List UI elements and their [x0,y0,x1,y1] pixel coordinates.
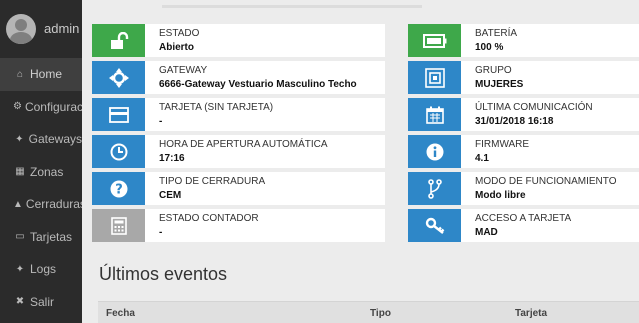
info-icon [408,135,461,168]
card-label: BATERÍA [475,27,518,39]
sidebar-item-label: Zonas [30,164,64,179]
info-card-firmware: FIRMWARE 4.1 [408,135,639,168]
card-value: 100 % [475,41,504,53]
card-value: 6666-Gateway Vestuario Masculino Techo [159,78,357,90]
card-label: TIPO DE CERRADURA [159,175,266,187]
info-card-estado-contador: ESTADO CONTADOR - [92,209,385,242]
card-label: FIRMWARE [475,138,530,150]
sidebar-item-label: Tarjetas [30,229,73,244]
sidebar-item-label: Logs [30,262,57,277]
card-label: HORA DE APERTURA AUTOMÁTICA [159,138,328,150]
sidebar-item-gateways[interactable]: ✦ Gateways [0,123,82,156]
card-label: GATEWAY [159,64,208,76]
sidebar-item-label: Gateways [28,132,82,147]
card-value: 31/01/2018 16:18 [475,115,554,127]
key-icon [408,209,461,242]
info-card-gateway: GATEWAY 6666-Gateway Vestuario Masculino… [92,61,385,94]
avatar [6,14,36,44]
card-value: Modo libre [475,189,526,201]
card-label: MODO DE FUNCIONAMIENTO [475,175,617,187]
crosshair-icon [92,61,145,94]
column-header-tipo[interactable]: Tipo [370,308,391,319]
card-label: GRUPO [475,64,512,76]
card-value: Abierto [159,41,194,53]
arrows-icon: ✦ [15,133,24,145]
card-value: - [159,115,163,127]
events-table-header: Fecha Tipo Tarjeta [98,301,639,323]
close-icon: ✖ [15,296,25,308]
clock-icon [92,135,145,168]
card-value: CEM [159,189,182,201]
card-value: - [159,226,163,238]
card-icon: ▭ [15,231,25,243]
info-card-tipo-cerradura: ? TIPO DE CERRADURA CEM [92,172,385,205]
arrows-icon: ✦ [15,263,25,275]
divider [162,5,422,8]
info-card-grupo: GRUPO MUJERES [408,61,639,94]
info-card-tarjeta: TARJETA (SIN TARJETA) - [92,98,385,131]
sidebar-item-configuracion[interactable]: ⚙ Configuración [0,91,82,124]
building-icon: ▦ [15,166,25,178]
sidebar-item-cerraduras[interactable]: ▲ Cerraduras [0,188,82,221]
home-icon: ⌂ [16,68,24,80]
info-card-bateria: BATERÍA 100 % [408,24,639,57]
sidebar-item-label: Salir [30,294,55,309]
card-value: 17:16 [159,152,185,164]
calendar-icon [408,98,461,131]
username: admin [44,21,80,36]
sidebar-item-tarjetas[interactable]: ▭ Tarjetas [0,221,82,254]
info-card-acceso-tarjeta: ACCESO A TARJETA MAD [408,209,639,242]
card-label: ESTADO CONTADOR [159,212,259,224]
sidebar-item-salir[interactable]: ✖ Salir [0,286,82,319]
group-icon [408,61,461,94]
sidebar-item-zonas[interactable]: ▦ Zonas [0,156,82,189]
card-value: MAD [475,226,498,238]
card-label: ÚLTIMA COMUNICACIÓN [475,101,593,113]
sidebar-nav: ⌂ Home ⚙ Configuración ✦ Gateways ▦ Zona… [0,58,82,318]
info-card-hora-apertura: HORA DE APERTURA AUTOMÁTICA 17:16 [92,135,385,168]
card-value: MUJERES [475,78,524,90]
card-value: 4.1 [475,152,489,164]
card-label: TARJETA (SIN TARJETA) [159,101,274,113]
question-icon: ? [92,172,145,205]
column-header-tarjeta[interactable]: Tarjeta [515,308,547,319]
fork-icon [408,172,461,205]
info-card-estado: ESTADO Abierto [92,24,385,57]
column-header-fecha[interactable]: Fecha [106,308,135,319]
sidebar-item-label: Home [30,67,63,82]
svg-text:?: ? [115,182,123,197]
card-icon [92,98,145,131]
main-content: ESTADO Abierto GATEWAY 6666-Gateway Vest… [82,0,639,323]
gear-icon: ⚙ [13,101,22,113]
sidebar-item-label: Cerraduras [25,197,82,212]
sidebar-item-home[interactable]: ⌂ Home [0,58,82,91]
lock-icon: ▲ [13,198,23,210]
info-card-ultima-comunicacion: ÚLTIMA COMUNICACIÓN 31/01/2018 16:18 [408,98,639,131]
card-label: ACCESO A TARJETA [475,212,572,224]
sidebar-item-logs[interactable]: ✦ Logs [0,253,82,286]
calculator-icon [92,209,145,242]
sidebar-item-label: Configuración [24,99,82,114]
user-profile[interactable]: admin [0,0,82,56]
section-title-events: Últimos eventos [99,264,228,284]
info-card-modo-funcionamiento: MODO DE FUNCIONAMIENTO Modo libre [408,172,639,205]
unlock-icon [92,24,145,57]
sidebar: admin ⌂ Home ⚙ Configuración ✦ Gateways … [0,0,82,323]
card-label: ESTADO [159,27,200,39]
battery-icon [408,24,461,57]
